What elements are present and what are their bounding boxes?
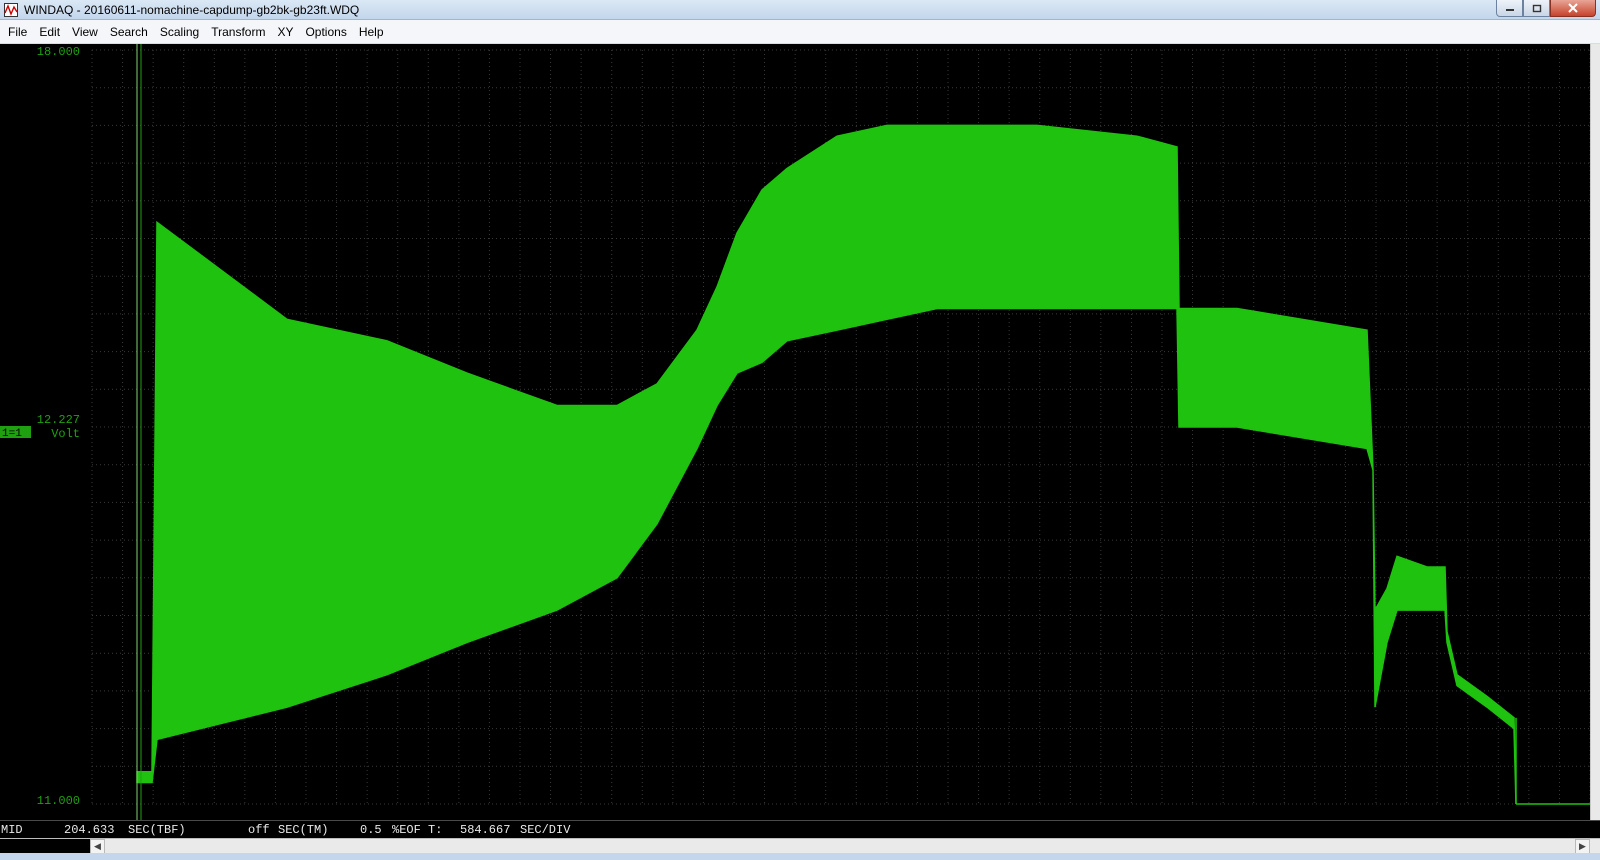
minimize-icon bbox=[1505, 9, 1514, 11]
window-controls bbox=[1496, 0, 1596, 17]
waveform-plot-area[interactable]: 18.000 12.227 1=1 Volt 11.000 bbox=[0, 44, 1600, 820]
arrow-left-icon: ◀ bbox=[94, 841, 101, 851]
menu-options[interactable]: Options bbox=[299, 20, 352, 44]
status-eof-unit: %EOF T: bbox=[392, 823, 443, 837]
menu-scaling[interactable]: Scaling bbox=[154, 20, 205, 44]
vertical-scrollbar[interactable] bbox=[1590, 44, 1600, 838]
menu-bar: File Edit View Search Scaling Transform … bbox=[0, 20, 1600, 44]
menu-view[interactable]: View bbox=[66, 20, 104, 44]
status-tm-unit: SEC(TM) bbox=[278, 823, 329, 837]
windaq-app-icon bbox=[4, 2, 18, 17]
title-bar: WINDAQ - 20160611-nomachine-capdump-gb2b… bbox=[0, 0, 1600, 20]
status-mode: MID bbox=[1, 823, 23, 837]
menu-file[interactable]: File bbox=[2, 20, 33, 44]
minimize-button[interactable] bbox=[1496, 0, 1523, 17]
scroll-left-button[interactable]: ◀ bbox=[90, 839, 105, 854]
scroll-right-button[interactable]: ▶ bbox=[1575, 839, 1590, 854]
status-time-unit: SEC(TBF) bbox=[128, 823, 186, 837]
menu-transform[interactable]: Transform bbox=[205, 20, 271, 44]
y-mid-label: 12.227 bbox=[37, 413, 80, 427]
menu-search[interactable]: Search bbox=[104, 20, 154, 44]
status-div-unit: SEC/DIV bbox=[520, 823, 571, 837]
maximize-button[interactable] bbox=[1523, 0, 1550, 17]
window-title: WINDAQ - 20160611-nomachine-capdump-gb2b… bbox=[24, 2, 360, 17]
horizontal-scrollbar[interactable]: ◀ ▶ bbox=[0, 838, 1600, 854]
menu-xy[interactable]: XY bbox=[271, 20, 299, 44]
status-time-value: 204.633 bbox=[64, 823, 115, 837]
channel-trace-layer bbox=[136, 124, 1590, 805]
y-max-label: 18.000 bbox=[37, 45, 80, 59]
menu-help[interactable]: Help bbox=[353, 20, 390, 44]
channel-id-label: 1=1 bbox=[2, 428, 22, 440]
channel-unit-label: Volt bbox=[51, 427, 80, 441]
y-min-label: 11.000 bbox=[37, 794, 80, 808]
close-button[interactable] bbox=[1550, 0, 1596, 17]
close-icon bbox=[1568, 3, 1578, 13]
status-eof-value: 0.5 bbox=[360, 823, 382, 837]
menu-edit[interactable]: Edit bbox=[33, 20, 66, 44]
status-bar: MID 204.633 SEC(TBF) off SEC(TM) 0.5 %EO… bbox=[0, 820, 1600, 838]
arrow-right-icon: ▶ bbox=[1579, 841, 1586, 851]
channel-1-voltage-envelope bbox=[136, 124, 1517, 805]
window-bottom-border bbox=[0, 853, 1600, 860]
status-tm-value: off bbox=[248, 823, 270, 837]
waveform-chart[interactable]: 18.000 12.227 1=1 Volt 11.000 bbox=[0, 44, 1590, 820]
scroll-position-indicator bbox=[0, 839, 90, 854]
status-div-value: 584.667 bbox=[460, 823, 511, 837]
maximize-icon bbox=[1532, 4, 1541, 12]
